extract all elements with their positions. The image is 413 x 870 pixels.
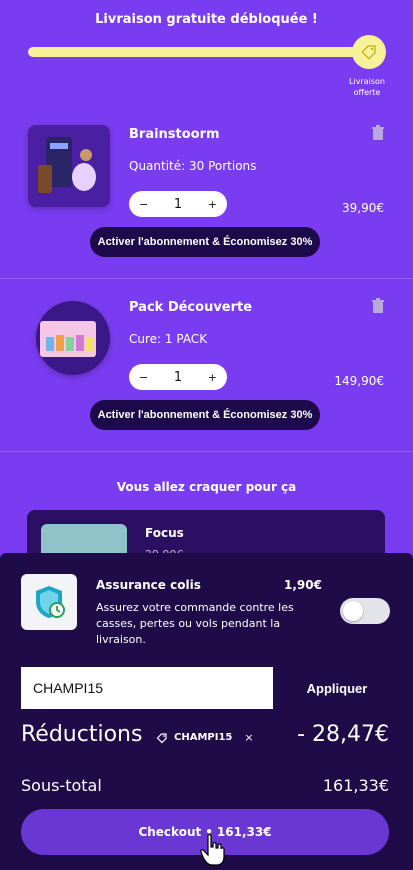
quantity-stepper[interactable]: − 1 + xyxy=(129,364,227,390)
trash-icon[interactable] xyxy=(371,125,385,141)
free-shipping-label: Livraison offerte xyxy=(334,76,400,98)
upsell-product-name: Focus xyxy=(145,526,184,540)
reductions-value: - 28,47€ xyxy=(297,722,389,747)
item-name: Brainstoorm xyxy=(129,127,220,142)
item-price: 149,90€ xyxy=(334,374,384,388)
quantity-value: 1 xyxy=(173,196,183,212)
shipping-progress-bar xyxy=(28,47,368,57)
subscribe-button[interactable]: Activer l'abonnement & Économisez 30% xyxy=(90,227,320,257)
item-detail: Cure: 1 PACK xyxy=(129,332,208,346)
divider xyxy=(0,451,413,452)
apply-coupon-button[interactable]: Appliquer xyxy=(285,667,389,709)
increase-button[interactable]: + xyxy=(208,198,217,211)
increase-button[interactable]: + xyxy=(208,371,217,384)
free-shipping-label-line2: offerte xyxy=(353,88,381,97)
hand-cursor-icon xyxy=(200,833,225,866)
insurance-title: Assurance colis xyxy=(96,578,201,592)
insurance-description: Assurez votre commande contre les casses… xyxy=(96,601,294,646)
free-shipping-title: Livraison gratuite débloquée ! xyxy=(95,12,318,27)
divider xyxy=(0,278,413,279)
product-image-brainstoorm xyxy=(28,125,110,207)
checkout-label: Checkout xyxy=(138,825,202,839)
insurance-price: 1,90€ xyxy=(284,578,322,592)
insurance-toggle[interactable] xyxy=(340,598,390,624)
toggle-knob xyxy=(343,601,363,621)
item-name: Pack Découverte xyxy=(129,300,253,315)
quantity-stepper[interactable]: − 1 + xyxy=(129,191,227,217)
insurance-icon-box xyxy=(21,574,77,630)
quantity-value: 1 xyxy=(173,369,183,385)
decrease-button[interactable]: − xyxy=(139,198,148,211)
subtotal-value: 161,33€ xyxy=(322,776,389,795)
coupon-input[interactable] xyxy=(21,667,273,709)
decrease-button[interactable]: − xyxy=(139,371,148,384)
free-shipping-label-line1: Livraison xyxy=(349,77,385,86)
item-detail: Quantité: 30 Portions xyxy=(129,159,257,173)
upsell-title: Vous allez craquer pour ça xyxy=(116,480,297,494)
subscribe-button[interactable]: Activer l'abonnement & Économisez 30% xyxy=(90,400,320,430)
trash-icon[interactable] xyxy=(371,298,385,314)
product-image-pack-decouverte xyxy=(36,301,110,375)
shield-clock-icon xyxy=(36,586,65,618)
tag-icon xyxy=(361,45,376,60)
item-price: 39,90€ xyxy=(342,201,384,215)
shipping-progress-marker xyxy=(352,35,386,69)
